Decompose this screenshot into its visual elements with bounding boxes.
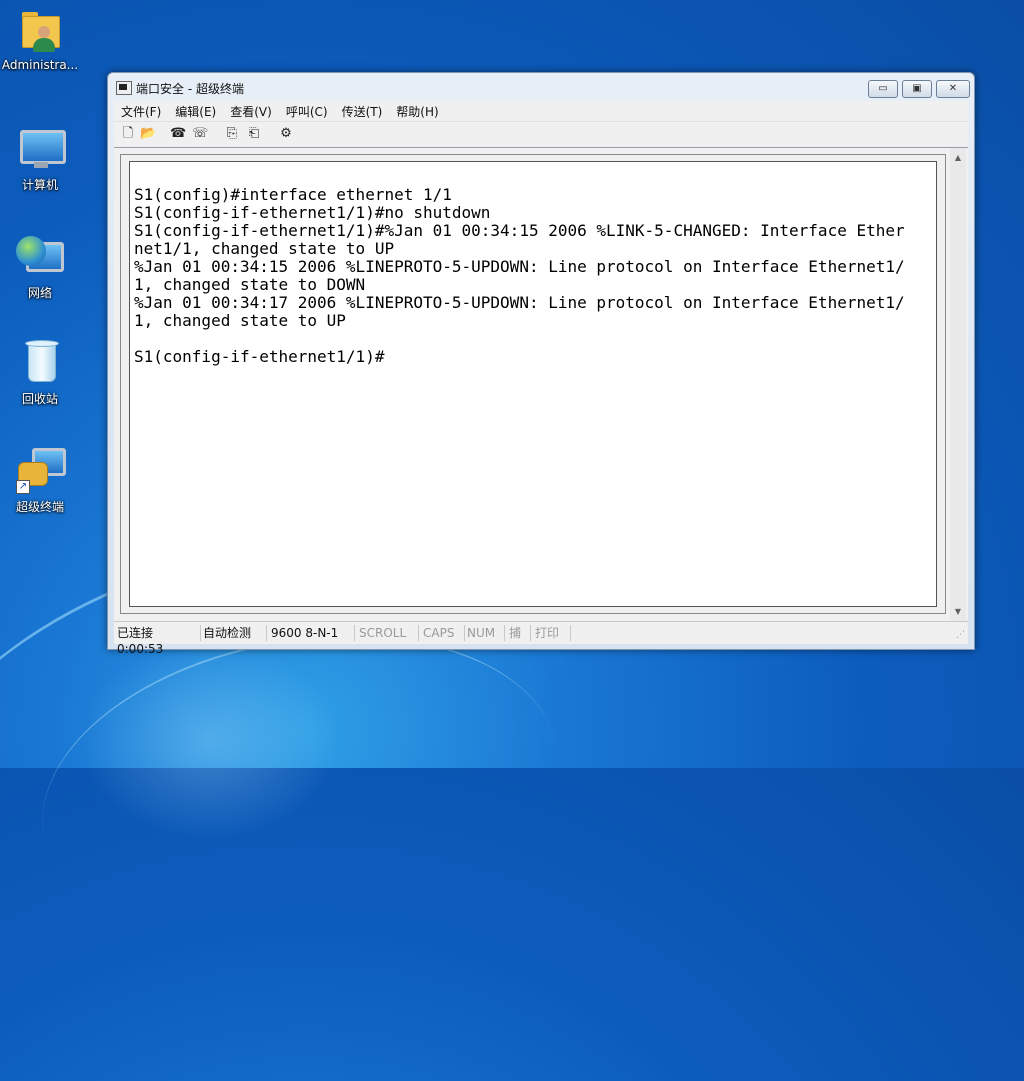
vertical-scrollbar[interactable]: ▲ ▼ (950, 148, 966, 622)
window-title: 端口安全 - 超级终端 (136, 82, 244, 96)
resize-grip-icon[interactable]: ⋰ (956, 630, 966, 640)
hyperterminal-shortcut-icon: ↗ (16, 446, 66, 494)
disconnect-icon[interactable]: ☏ (192, 126, 208, 142)
terminal-line: S1(config)#interface ethernet 1/1 (134, 185, 452, 204)
desktop-icon-computer[interactable]: 计算机 (0, 124, 80, 193)
title-bar[interactable]: 端口安全 - 超级终端 ▭ ▣ ✕ (108, 73, 974, 101)
menu-file[interactable]: 文件(F) (114, 102, 168, 120)
computer-icon (16, 124, 66, 172)
properties-icon[interactable]: ⚙ (278, 126, 294, 142)
terminal-frame: S1(config)#interface ethernet 1/1 S1(conf… (120, 154, 946, 614)
terminal-area: S1(config)#interface ethernet 1/1 S1(conf… (114, 147, 968, 622)
desktop-icon-label: Administra... (1, 58, 79, 72)
terminal-line: net1/1, changed state to UP (134, 239, 395, 258)
maximize-button[interactable]: ▣ (902, 80, 932, 98)
scroll-up-icon[interactable]: ▲ (950, 150, 966, 166)
status-caps: CAPS (420, 625, 465, 641)
terminal-line: S1(config-if-ethernet1/1)#no shutdown (134, 203, 491, 222)
recycle-bin-icon (16, 338, 64, 386)
network-icon (16, 232, 64, 280)
minimize-button[interactable]: ▭ (868, 80, 898, 98)
desktop-icon-label: 超级终端 (15, 500, 64, 514)
desktop-icon-network[interactable]: 网络 (0, 232, 80, 301)
menu-transfer[interactable]: 传送(T) (335, 102, 390, 120)
scroll-down-icon[interactable]: ▼ (950, 604, 966, 620)
status-num: NUM (464, 625, 505, 641)
hyperterminal-window: 端口安全 - 超级终端 ▭ ▣ ✕ 文件(F) 编辑(E) 查看(V) 呼叫(C) 传送… (107, 72, 975, 656)
receive-icon[interactable]: ⎗ (246, 126, 262, 142)
close-button[interactable]: ✕ (936, 80, 970, 98)
terminal-screen[interactable]: S1(config)#interface ethernet 1/1 S1(conf… (129, 161, 937, 607)
terminal-line: S1(config-if-ethernet1/1)# (134, 347, 385, 366)
menu-bar: 文件(F) 编辑(E) 查看(V) 呼叫(C) 传送(T) 帮助(H) (114, 101, 968, 121)
user-folder-icon (16, 6, 64, 54)
desktop-icon-hyperterminal[interactable]: ↗ 超级终端 (0, 446, 80, 515)
status-detect: 自动检测 (200, 625, 267, 641)
terminal-line: %Jan 01 00:34:17 2006 %LINEPROTO-5-UPDOW… (134, 293, 905, 312)
terminal-output: S1(config)#interface ethernet 1/1 S1(conf… (134, 186, 905, 366)
menu-edit[interactable]: 编辑(E) (168, 102, 223, 120)
menu-help[interactable]: 帮助(H) (389, 102, 445, 120)
shortcut-arrow-icon: ↗ (16, 480, 30, 494)
app-icon (116, 81, 132, 95)
terminal-line: 1, changed state to UP (134, 311, 346, 330)
status-scroll: SCROLL (356, 625, 419, 641)
status-port: 9600 8-N-1 (268, 625, 355, 641)
desktop-icon-label: 网络 (27, 286, 52, 300)
terminal-line: 1, changed state to DOWN (134, 275, 366, 294)
desktop-icon-label: 计算机 (21, 178, 58, 192)
terminal-line: %Jan 01 00:34:15 2006 %LINEPROTO-5-UPDOW… (134, 257, 905, 276)
status-bar: 已连接 0:00:53 自动检测 9600 8-N-1 SCROLL CAPS … (114, 621, 968, 656)
open-icon[interactable]: 📂 (140, 126, 156, 142)
menu-call[interactable]: 呼叫(C) (279, 102, 335, 120)
desktop-icon-administrator[interactable]: Administra... (0, 6, 80, 72)
desktop-icon-recycle-bin[interactable]: 回收站 (0, 338, 80, 407)
connect-icon[interactable]: ☎ (170, 126, 186, 142)
desktop-icon-label: 回收站 (21, 392, 58, 406)
terminal-line: S1(config-if-ethernet1/1)#%Jan 01 00:34:… (134, 221, 905, 240)
new-icon[interactable]: 🗋 (120, 126, 136, 142)
status-capture: 捕 (506, 625, 531, 641)
status-connected: 已连接 0:00:53 (114, 625, 201, 656)
status-print: 打印 (532, 625, 571, 641)
menu-view[interactable]: 查看(V) (223, 102, 279, 120)
toolbar: 🗋 📂 ☎ ☏ ⎘ ⎗ ⚙ (114, 121, 968, 146)
send-icon[interactable]: ⎘ (224, 126, 240, 142)
